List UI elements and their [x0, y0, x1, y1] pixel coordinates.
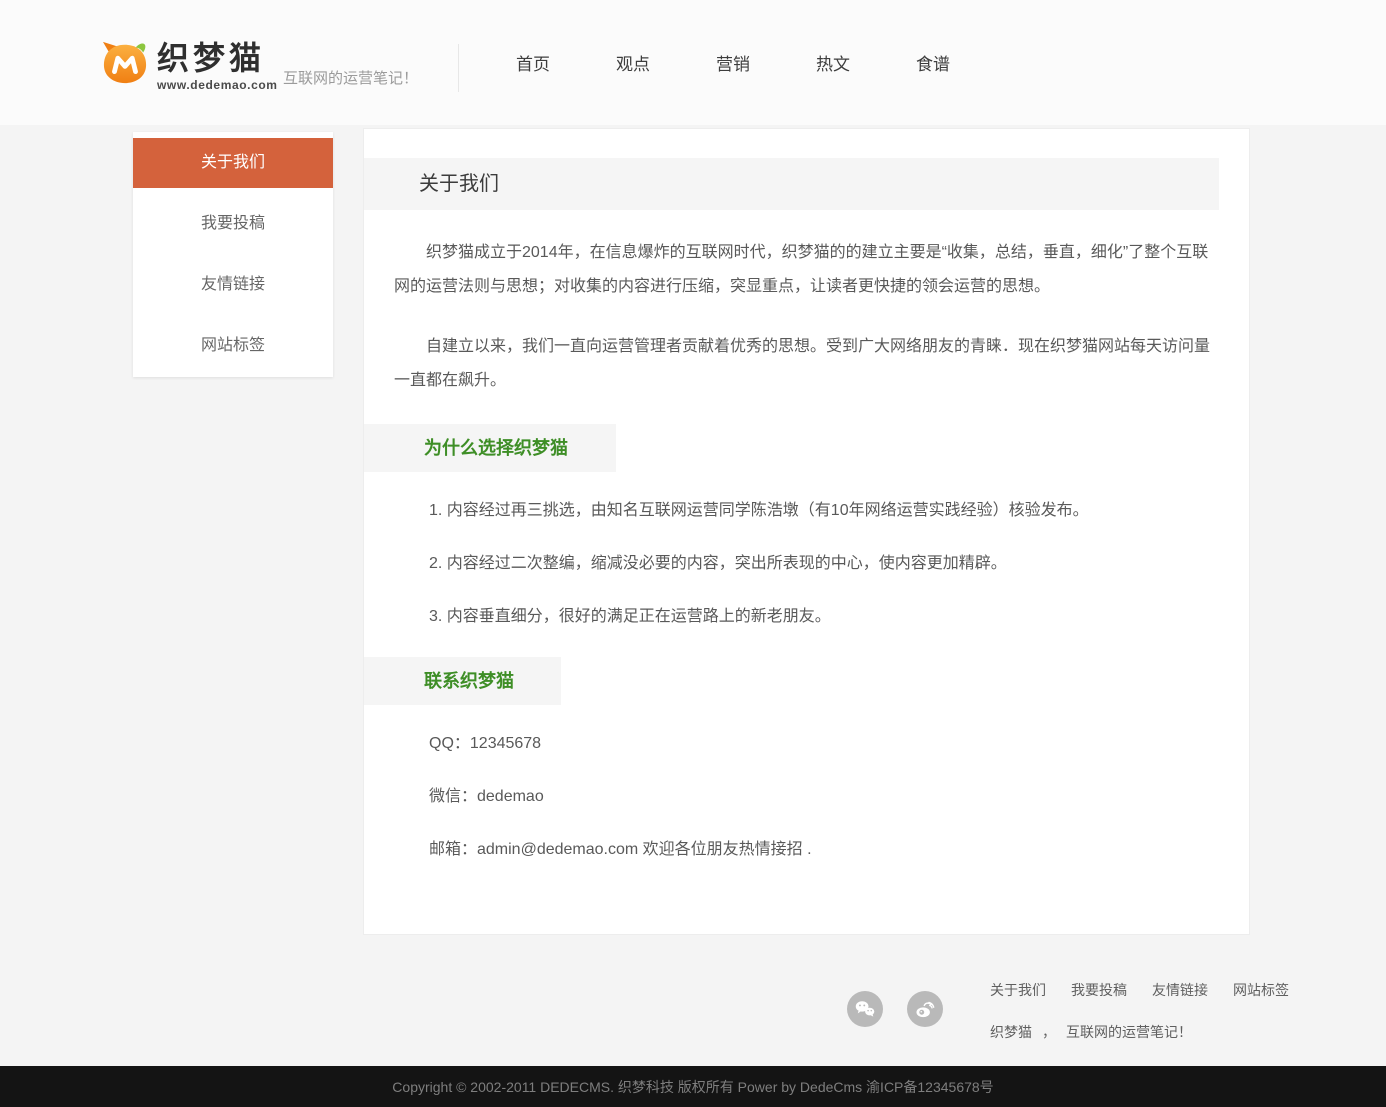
footer-link-tags[interactable]: 网站标签: [1233, 980, 1289, 1000]
intro-paragraph-2: 自建立以来，我们一直向运营管理者贡献着优秀的思想。受到广大网络朋友的青睐．现在织…: [394, 330, 1219, 398]
why-list-item-2: 2. 内容经过二次整编，缩减没必要的内容，突出所表现的中心，使内容更加精辟。: [429, 550, 1219, 578]
sidebar-item-links[interactable]: 友情链接: [133, 260, 333, 310]
main-panel: 关于我们 织梦猫成立于2014年，在信息爆炸的互联网时代，织梦猫的的建立主要是“…: [363, 128, 1250, 935]
nav-item-marketing[interactable]: 营销: [683, 42, 783, 83]
why-list-item-1: 1. 内容经过再三挑选，由知名互联网运营同学陈浩墩（有10年网络运营实践经验）核…: [429, 497, 1219, 525]
site-tagline: 互联网的运营笔记！: [283, 67, 418, 88]
contact-line-email: 邮箱：admin@dedemao.com 欢迎各位朋友热情接招 .: [429, 836, 1219, 864]
site-url: www.dedemao.com: [157, 78, 278, 92]
page-title-band: 关于我们: [364, 158, 1219, 210]
sidebar: 关于我们 我要投稿 友情链接 网站标签: [133, 132, 333, 377]
footer-link-links[interactable]: 友情链接: [1152, 980, 1208, 1000]
copyright-text: Copyright © 2002-2011 DEDECMS. 织梦科技 版权所有…: [392, 1077, 993, 1097]
weibo-icon: [912, 996, 938, 1022]
contact-line-wechat: 微信：dedemao: [429, 783, 1219, 811]
intro-paragraph-1: 织梦猫成立于2014年，在信息爆炸的互联网时代，织梦猫的的建立主要是“收集，总结…: [394, 236, 1219, 304]
footer-slogan-separator: ，: [1042, 1022, 1056, 1042]
site-name: 织梦猫: [157, 42, 278, 76]
nav-item-viewpoint[interactable]: 观点: [583, 42, 683, 83]
footer-link-submit[interactable]: 我要投稿: [1071, 980, 1127, 1000]
nav-item-home[interactable]: 首页: [483, 42, 583, 83]
header-divider: [458, 44, 459, 92]
footer-link-about[interactable]: 关于我们: [990, 980, 1046, 1000]
copyright-bar: Copyright © 2002-2011 DEDECMS. 织梦科技 版权所有…: [0, 1066, 1386, 1107]
why-list-item-3: 3. 内容垂直细分，很好的满足正在运营路上的新老朋友。: [429, 603, 1219, 631]
site-logo[interactable]: 织梦猫 www.dedemao.com: [100, 40, 278, 92]
contact-line-qq: QQ：12345678: [429, 730, 1219, 758]
wechat-share-button[interactable]: [847, 991, 883, 1027]
nav-item-recipes[interactable]: 食谱: [883, 42, 983, 83]
sidebar-item-tags[interactable]: 网站标签: [133, 321, 333, 371]
wechat-icon: [852, 996, 878, 1022]
footer-slogan: 织梦猫 ， 互联网的运营笔记！: [990, 1022, 1289, 1042]
main-nav: 首页 观点 营销 热文 食谱: [483, 0, 983, 125]
footer-links: 关于我们 我要投稿 友情链接 网站标签 织梦猫 ， 互联网的运营笔记！: [990, 980, 1289, 1042]
weibo-share-button[interactable]: [907, 991, 943, 1027]
footer-slogan-text[interactable]: 互联网的运营笔记！: [1066, 1022, 1192, 1042]
contact-section-heading: 联系织梦猫: [364, 657, 561, 705]
nav-item-hot[interactable]: 热文: [783, 42, 883, 83]
footer-social: [847, 991, 943, 1027]
why-section-heading: 为什么选择织梦猫: [364, 424, 616, 472]
page-header: 织梦猫 www.dedemao.com 互联网的运营笔记！ 首页 观点 营销 热…: [0, 0, 1386, 125]
cat-logo-icon: [100, 40, 150, 86]
sidebar-item-about[interactable]: 关于我们: [133, 138, 333, 188]
footer-slogan-site[interactable]: 织梦猫: [990, 1022, 1032, 1042]
page-title: 关于我们: [419, 173, 499, 195]
sidebar-item-submit[interactable]: 我要投稿: [133, 199, 333, 249]
footer-links-row: 关于我们 我要投稿 友情链接 网站标签: [990, 980, 1289, 1000]
